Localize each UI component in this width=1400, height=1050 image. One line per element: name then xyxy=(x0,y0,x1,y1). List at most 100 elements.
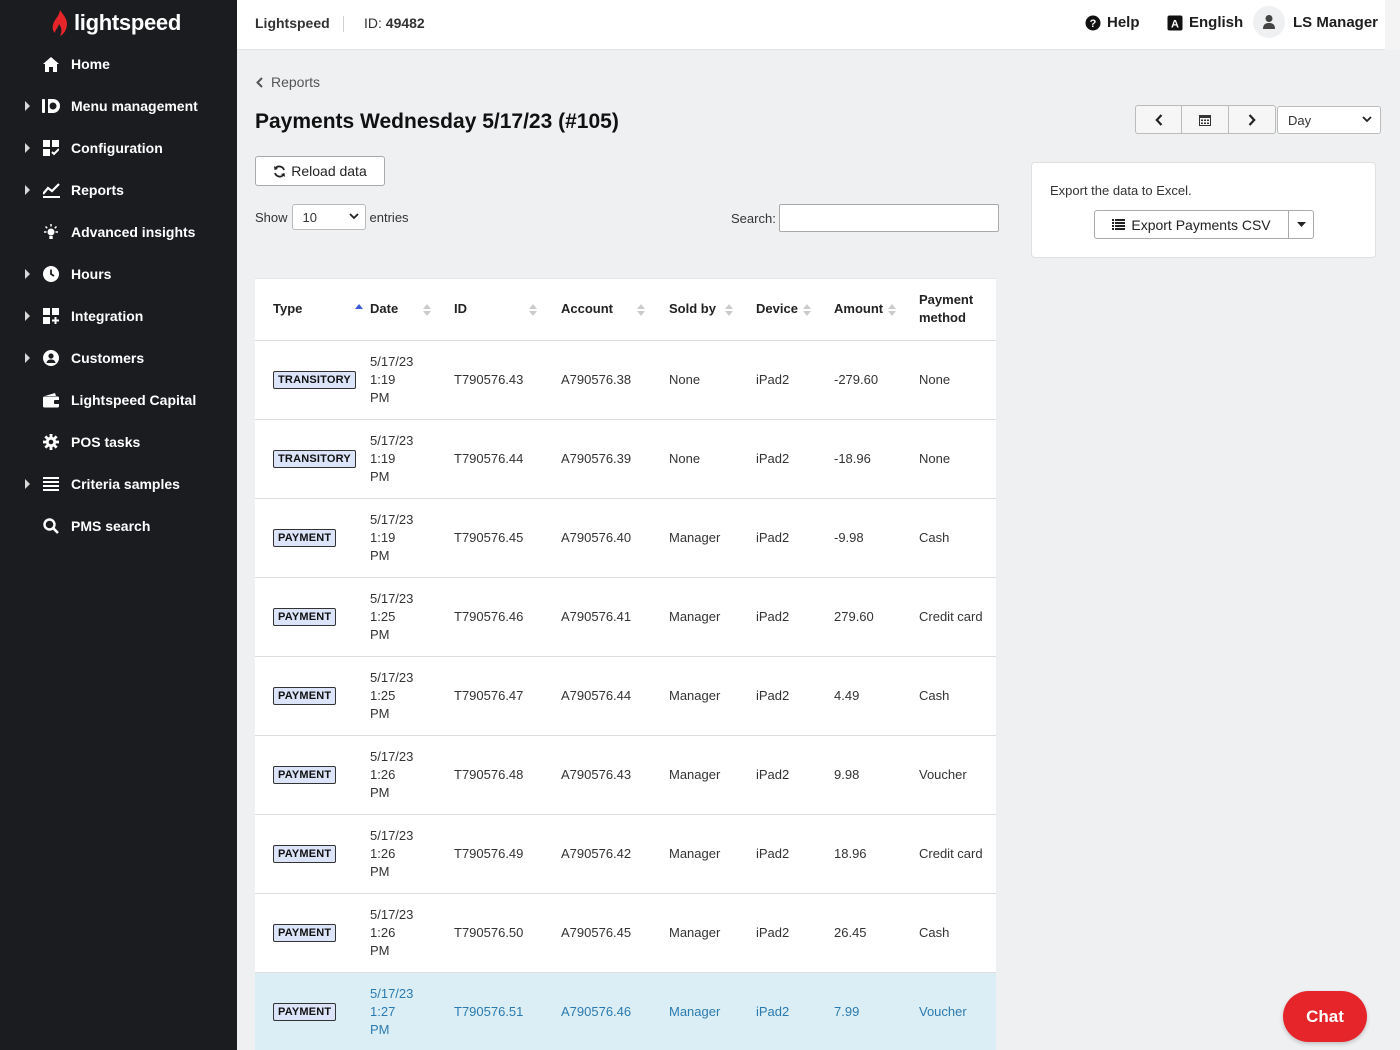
search-input[interactable] xyxy=(778,204,999,232)
amount-cell: 4.49 xyxy=(834,656,919,736)
sidebar-item-criteria-samples[interactable]: Criteria samples xyxy=(0,463,237,505)
sidebar-item-label: POS tasks xyxy=(71,434,141,450)
column-header-type[interactable]: Type xyxy=(255,279,370,341)
home-icon xyxy=(42,55,60,73)
caret-right-icon[interactable] xyxy=(25,269,30,279)
type-cell: PAYMENT xyxy=(255,893,370,973)
date-cell: 5/17/23 1:19 PM xyxy=(370,340,454,420)
sidebar: lightspeed Home Menu management Configurat… xyxy=(0,0,237,1050)
table-row[interactable]: PAYMENT 5/17/23 1:19 PM T790576.45 A790576.… xyxy=(255,498,996,578)
type-cell: PAYMENT xyxy=(255,735,370,815)
sidebar-item-pos-tasks[interactable]: POS tasks xyxy=(0,421,237,463)
table-row[interactable]: PAYMENT 5/17/23 1:25 PM T790576.47 A790576.… xyxy=(255,656,996,736)
type-cell: PAYMENT xyxy=(255,656,370,736)
sidebar-item-label: Reports xyxy=(71,182,124,198)
type-badge: PAYMENT xyxy=(273,845,337,863)
date-cell: 5/17/23 1:27 PM xyxy=(370,972,454,1050)
menu-management-icon xyxy=(42,97,60,115)
account-cell: A790576.42 xyxy=(561,814,669,894)
table-row[interactable]: PAYMENT 5/17/23 1:26 PM T790576.50 A790576.… xyxy=(255,893,996,973)
sidebar-item-menu-management[interactable]: Menu management xyxy=(0,85,237,127)
caret-right-icon[interactable] xyxy=(25,311,30,321)
language-button[interactable]: A English xyxy=(1167,14,1243,31)
sidebar-item-advanced-insights[interactable]: Advanced insights xyxy=(0,211,237,253)
table-row[interactable]: PAYMENT 5/17/23 1:25 PM T790576.46 A790576.… xyxy=(255,577,996,657)
table-row[interactable]: TRANSITORY 5/17/23 1:19 PM T790576.44 A7905… xyxy=(255,419,996,499)
export-csv-button[interactable]: Export Payments CSV xyxy=(1094,210,1289,239)
column-header-amount[interactable]: Amount xyxy=(834,279,919,341)
caret-right-icon[interactable] xyxy=(25,185,30,195)
sidebar-item-customers[interactable]: Customers xyxy=(0,337,237,379)
caret-right-icon[interactable] xyxy=(25,101,30,111)
column-label: Sold by xyxy=(669,301,716,317)
user-menu[interactable]: LS Manager xyxy=(1253,6,1378,38)
type-badge: PAYMENT xyxy=(273,924,337,942)
language-icon: A xyxy=(1167,15,1183,30)
list-icon xyxy=(1112,219,1126,230)
sidebar-item-configuration[interactable]: Configuration xyxy=(0,127,237,169)
sidebar-item-label: Configuration xyxy=(71,140,163,156)
scrollbar[interactable] xyxy=(1385,0,1400,50)
breadcrumb[interactable]: Reports xyxy=(256,74,320,90)
calendar-button[interactable] xyxy=(1182,105,1229,134)
amount-cell: -279.60 xyxy=(834,340,919,420)
account-cell: A790576.45 xyxy=(561,893,669,973)
period-select[interactable]: Day xyxy=(1277,106,1381,134)
caret-right-icon[interactable] xyxy=(25,353,30,363)
sidebar-item-reports[interactable]: Reports xyxy=(0,169,237,211)
entries-select[interactable]: 10 xyxy=(291,204,366,230)
sort-icon xyxy=(803,304,811,316)
column-label: Type xyxy=(273,301,303,317)
lightspeed-logo[interactable]: lightspeed xyxy=(50,8,181,38)
sold-by-cell: None xyxy=(669,340,756,420)
previous-day-button[interactable] xyxy=(1135,105,1182,134)
export-dropdown-toggle[interactable] xyxy=(1288,210,1314,239)
reload-data-button[interactable]: Reload data xyxy=(255,156,385,186)
caret-right-icon[interactable] xyxy=(25,143,30,153)
chevron-down-icon xyxy=(1362,116,1372,123)
column-header-device[interactable]: Device xyxy=(756,279,834,341)
column-header-id[interactable]: ID xyxy=(454,279,561,341)
device-cell: iPad2 xyxy=(756,340,834,420)
language-label: English xyxy=(1189,14,1244,31)
payment-method-cell: None xyxy=(919,340,996,420)
caret-right-icon[interactable] xyxy=(25,479,30,489)
column-header-payment-method[interactable]: Payment method xyxy=(919,279,996,341)
sidebar-item-pms-search[interactable]: PMS search xyxy=(0,505,237,547)
account-cell: A790576.38 xyxy=(561,340,669,420)
sidebar-nav: Home Menu management Configuration Reports A… xyxy=(0,43,237,547)
sidebar-item-lightspeed-capital[interactable]: Lightspeed Capital xyxy=(0,379,237,421)
column-header-date[interactable]: Date xyxy=(370,279,454,341)
gear-icon xyxy=(42,433,60,451)
calendar-icon xyxy=(1199,114,1211,126)
table-row[interactable]: PAYMENT 5/17/23 1:27 PM T790576.51 A790576.… xyxy=(255,972,996,1050)
help-button[interactable]: ? Help xyxy=(1085,14,1140,31)
date-cell: 5/17/23 1:26 PM xyxy=(370,735,454,815)
sidebar-item-integration[interactable]: Integration xyxy=(0,295,237,337)
column-header-sold-by[interactable]: Sold by xyxy=(669,279,756,341)
payment-method-cell: Cash xyxy=(919,893,996,973)
date-cell: 5/17/23 1:25 PM xyxy=(370,656,454,736)
breadcrumb-reports[interactable]: Reports xyxy=(271,74,320,90)
type-cell: TRANSITORY xyxy=(255,340,370,420)
clock-icon xyxy=(42,265,60,283)
column-label: ID xyxy=(454,301,467,317)
help-label: Help xyxy=(1107,14,1140,31)
next-day-button[interactable] xyxy=(1229,105,1276,134)
flame-icon xyxy=(52,10,67,36)
table-row[interactable]: TRANSITORY 5/17/23 1:19 PM T790576.43 A7905… xyxy=(255,340,996,420)
table-row[interactable]: PAYMENT 5/17/23 1:26 PM T790576.48 A790576.… xyxy=(255,735,996,815)
type-badge: PAYMENT xyxy=(273,608,337,626)
sold-by-cell: Manager xyxy=(669,893,756,973)
payment-method-cell: Voucher xyxy=(919,972,996,1050)
table-row[interactable]: PAYMENT 5/17/23 1:26 PM T790576.49 A790576.… xyxy=(255,814,996,894)
sidebar-item-home[interactable]: Home xyxy=(0,43,237,85)
account-cell: A790576.41 xyxy=(561,577,669,657)
type-cell: PAYMENT xyxy=(255,814,370,894)
column-header-account[interactable]: Account xyxy=(561,279,669,341)
account-cell: A790576.40 xyxy=(561,498,669,578)
wallet-icon xyxy=(42,391,60,409)
configuration-icon xyxy=(42,139,60,157)
chat-button[interactable]: Chat xyxy=(1283,991,1367,1042)
sidebar-item-hours[interactable]: Hours xyxy=(0,253,237,295)
